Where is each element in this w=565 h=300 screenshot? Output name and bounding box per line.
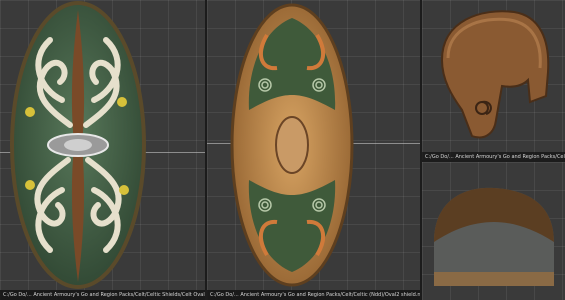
helmet-model[interactable] [422,0,565,160]
status-path-text: C:/Go Do/... Ancient Armoury's Go and Re… [210,292,420,298]
status-path: C:/Go Do/... Ancient Armoury's Go and Re… [422,152,565,160]
viewport-oval-shield[interactable]: C:/Go Do/... Ancient Armoury's Go and Re… [0,0,205,300]
viewport-green-shield[interactable]: C:/Go Do/... Ancient Armoury's Go and Re… [207,0,420,300]
green-shield-model[interactable] [207,0,420,300]
status-path: C:/Go Do/... Ancient Armoury's Go and Re… [207,290,420,300]
oval-shield-model[interactable] [0,0,205,300]
viewport-cap[interactable] [422,162,565,300]
cap-model[interactable] [422,162,565,300]
status-path-text: C:/Go Do/... Ancient Armoury's Go and Re… [3,292,205,298]
status-path-text: C:/Go Do/... Ancient Armoury's Go and Re… [425,154,565,160]
viewport-helmet[interactable]: C:/Go Do/... Ancient Armoury's Go and Re… [422,0,565,160]
status-path: C:/Go Do/... Ancient Armoury's Go and Re… [0,290,205,300]
